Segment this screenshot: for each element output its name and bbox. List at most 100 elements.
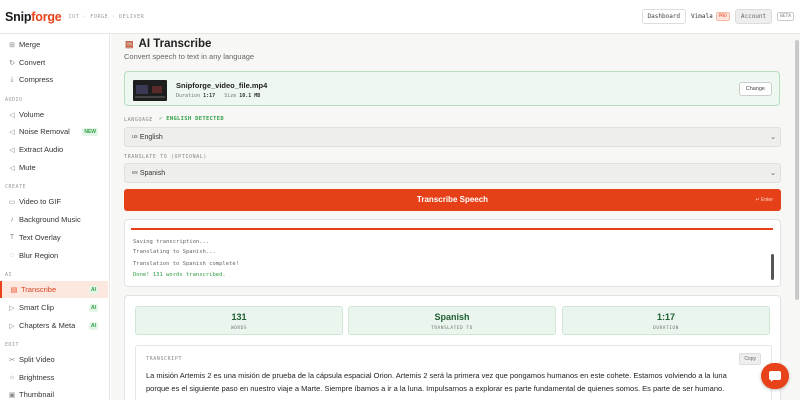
sidebar-item-transcribe[interactable]: ▤ Transcribe AI xyxy=(0,281,108,298)
chevron-down-icon: ⌄ xyxy=(770,170,776,177)
stat-value: 131 xyxy=(231,312,247,322)
extract-audio-icon: ◁ xyxy=(9,146,15,154)
sidebar-item-blur-region[interactable]: ◌ Blur Region xyxy=(0,247,108,264)
noise-removal-icon: ◁ xyxy=(9,128,15,136)
log-line-done: Done! 131 words transcribed. xyxy=(133,272,226,278)
sidebar-item-compress[interactable]: ⤓ Compress xyxy=(0,71,108,88)
stat-label: WORDS xyxy=(230,326,248,331)
thumbnail-frame-block xyxy=(135,96,165,98)
sidebar-item-label: Convert xyxy=(19,58,46,67)
translate-select[interactable]: es Spanish ⌄ xyxy=(124,163,781,183)
sidebar-item-volume[interactable]: ◁ Volume xyxy=(0,106,108,123)
split-video-icon: ✂ xyxy=(9,356,15,364)
chat-support-button[interactable] xyxy=(761,363,789,389)
log-line: Translation to Spanish complete! xyxy=(133,261,239,267)
sidebar-item-thumbnail[interactable]: ▣ Thumbnail xyxy=(0,386,108,400)
language-detected-badge: ✓ ENGLISH DETECTED xyxy=(159,116,225,122)
dashboard-button[interactable]: Dashboard xyxy=(641,9,687,24)
logo-accent: forge xyxy=(31,9,62,24)
stat-words: 131 WORDS xyxy=(135,306,343,335)
new-badge: NEW xyxy=(82,127,98,136)
text-overlay-icon: T xyxy=(9,234,15,241)
sidebar-item-split-video[interactable]: ✂ Split Video xyxy=(0,351,108,368)
smart-clip-icon: ▷ xyxy=(9,304,15,312)
file-size: 10.1 MB xyxy=(239,93,261,99)
change-file-button[interactable]: Change xyxy=(738,82,772,96)
sidebar-item-video-to-gif[interactable]: ▭ Video to GIF xyxy=(0,193,108,210)
user-name: Vimala xyxy=(691,13,713,20)
chevron-down-icon: ⌄ xyxy=(770,134,776,141)
sidebar-item-noise-removal[interactable]: ◁ Noise Removal NEW xyxy=(0,123,108,140)
duration-label: Duration xyxy=(176,93,201,99)
sidebar-item-label: Compress xyxy=(19,75,54,84)
video-thumbnail xyxy=(133,80,167,101)
account-button[interactable]: Account xyxy=(734,9,773,24)
language-label: LANGUAGE xyxy=(124,117,153,123)
sidebar-item-label: Transcribe xyxy=(21,285,57,294)
file-meta: Duration 1:17 Size 10.1 MB xyxy=(176,93,260,99)
video-to-gif-icon: ▭ xyxy=(8,198,16,206)
sidebar-item-label: Brightness xyxy=(19,373,55,382)
language-value: English xyxy=(139,133,163,141)
translate-value: Spanish xyxy=(139,169,166,177)
sidebar-item-label: Merge xyxy=(19,40,41,49)
sidebar-item-label: Split Video xyxy=(19,355,55,364)
volume-icon: ◁ xyxy=(9,111,15,119)
stat-duration: 1:17 DURATION xyxy=(562,306,770,335)
sidebar-item-background-music[interactable]: ♪ Background Music xyxy=(0,211,108,228)
sidebar-item-brightness[interactable]: ☼ Brightness xyxy=(0,369,108,386)
log-line: Saving transcription... xyxy=(133,239,210,245)
logo-main: Snip xyxy=(5,9,32,24)
sidebar-item-merge[interactable]: ⊞ Merge xyxy=(0,36,108,53)
sidebar: ⊞ Merge ↻ Convert ⤓ Compress AUDIO ◁ Volume … xyxy=(0,34,110,400)
sidebar-section-create: CREATE xyxy=(5,184,27,190)
sidebar-section-audio: AUDIO xyxy=(5,97,23,103)
convert-icon: ↻ xyxy=(9,59,15,67)
sidebar-item-label: Extract Audio xyxy=(19,145,64,154)
sidebar-item-label: Noise Removal xyxy=(19,127,70,136)
transcribe-button-label: Transcribe Speech xyxy=(416,195,489,204)
transcript-text[interactable]: La misión Artemis 2 es una misión de pru… xyxy=(146,370,746,395)
es-flag-icon: es xyxy=(132,170,138,176)
sidebar-item-extract-audio[interactable]: ◁ Extract Audio xyxy=(0,141,108,158)
user-menu[interactable]: Vimala PRO xyxy=(691,12,730,21)
chat-bubble-tail xyxy=(771,379,774,382)
ai-badge: AI xyxy=(89,303,98,312)
language-select[interactable]: us English ⌄ xyxy=(124,127,781,147)
merge-icon: ⊞ xyxy=(9,41,15,49)
transcribe-speech-button[interactable]: Transcribe Speech ↵ Enter xyxy=(124,189,781,211)
sidebar-item-smart-clip[interactable]: ▷ Smart Clip AI xyxy=(0,299,108,316)
sidebar-section-ai: AI xyxy=(5,272,13,278)
sidebar-item-label: Video to GIF xyxy=(19,197,61,206)
page-scrollbar[interactable] xyxy=(795,40,799,300)
sidebar-item-label: Text Overlay xyxy=(19,233,61,242)
sidebar-item-convert[interactable]: ↻ Convert xyxy=(0,54,108,71)
progress-bar xyxy=(131,228,773,230)
sidebar-item-mute[interactable]: ◁ Mute xyxy=(0,159,108,176)
sidebar-item-text-overlay[interactable]: T Text Overlay xyxy=(0,229,108,246)
mute-icon: ◁ xyxy=(9,164,15,172)
sidebar-item-label: Chapters & Meta xyxy=(19,321,76,330)
stat-label: TRANSLATED TO xyxy=(431,326,473,331)
copy-button[interactable]: Copy xyxy=(739,353,761,365)
beta-badge: BETA xyxy=(777,12,794,21)
stat-value: Spanish xyxy=(434,312,470,322)
sidebar-item-label: Volume xyxy=(19,110,45,119)
app-logo[interactable]: Snipforge xyxy=(5,10,62,24)
file-duration: 1:17 xyxy=(203,93,216,99)
us-flag-icon: us xyxy=(132,134,138,140)
file-name: Snipforge_video_file.mp4 xyxy=(176,81,268,90)
sidebar-item-chapters-meta[interactable]: ▷ Chapters & Meta AI xyxy=(0,317,108,334)
enter-shortcut-hint: ↵ Enter xyxy=(755,197,773,203)
sidebar-item-label: Mute xyxy=(19,163,36,172)
thumbnail-frame-block xyxy=(136,85,148,94)
log-scrollbar[interactable] xyxy=(771,254,774,280)
page-subtitle: Convert speech to text in any language xyxy=(124,52,255,61)
brightness-icon: ☼ xyxy=(8,374,16,381)
stat-label: DURATION xyxy=(653,326,679,331)
results-panel: 131 WORDS Spanish TRANSLATED TO 1:17 DUR… xyxy=(124,295,781,400)
compress-icon: ⤓ xyxy=(10,75,14,83)
translate-label: TRANSLATE TO (OPTIONAL) xyxy=(124,154,208,160)
header-actions: Dashboard Vimala PRO Account BETA xyxy=(641,9,794,24)
page-title-text: AI Transcribe xyxy=(138,38,212,50)
